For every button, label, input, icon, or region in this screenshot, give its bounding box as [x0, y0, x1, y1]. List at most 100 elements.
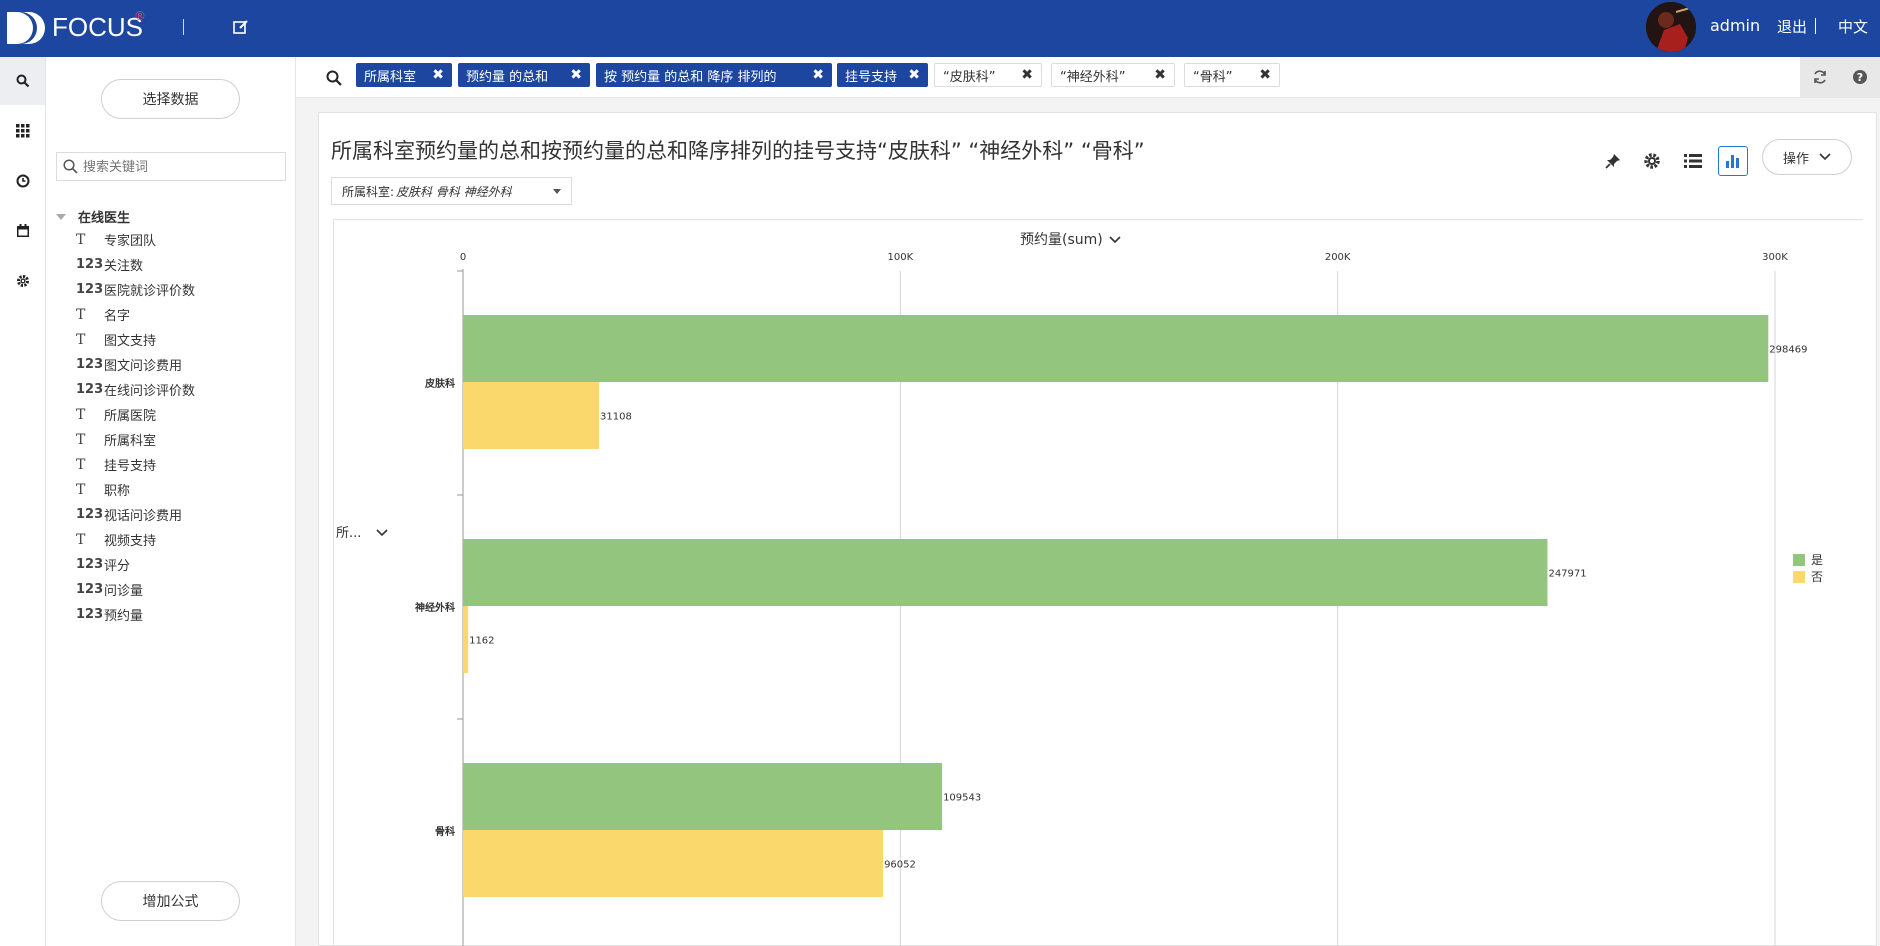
- bar[interactable]: [463, 763, 943, 830]
- field-item[interactable]: T 名字: [76, 302, 195, 327]
- rail-history[interactable]: [0, 157, 45, 205]
- gear-icon: [16, 275, 29, 287]
- legend-item[interactable]: 否: [1793, 568, 1823, 585]
- field-item[interactable]: T 挂号支持: [76, 452, 195, 477]
- rail-search[interactable]: [0, 57, 45, 105]
- filter-dropdown[interactable]: 所属科室: 皮肤科 骨科 神经外科: [331, 177, 572, 205]
- bar-chart-icon: [1726, 155, 1739, 168]
- field-item[interactable]: 123 视话问诊费用: [76, 502, 195, 527]
- field-item[interactable]: T 图文支持: [76, 327, 195, 352]
- data-label: 298469: [1769, 345, 1807, 356]
- field-item[interactable]: 123 预约量: [76, 602, 195, 627]
- operate-button[interactable]: 操作: [1762, 139, 1852, 175]
- remove-chip-icon[interactable]: ✖: [908, 67, 920, 83]
- edit-icon[interactable]: [232, 18, 250, 36]
- remove-chip-icon[interactable]: ✖: [1021, 67, 1033, 83]
- field-item[interactable]: 123 关注数: [76, 252, 195, 277]
- bar[interactable]: [463, 606, 469, 673]
- remove-chip-icon[interactable]: ✖: [570, 67, 582, 83]
- field-label: 所属科室: [104, 434, 157, 449]
- query-chip[interactable]: “神经外科” ✖: [1051, 63, 1175, 87]
- logout-link[interactable]: 退出: [1777, 16, 1807, 37]
- add-formula-button[interactable]: 增加公式: [101, 881, 240, 921]
- remove-chip-icon[interactable]: ✖: [1154, 67, 1166, 83]
- chip-label: “骨科”: [1193, 69, 1233, 85]
- user-name[interactable]: admin: [1710, 16, 1760, 35]
- field-label: 所属医院: [104, 409, 157, 424]
- field-item[interactable]: 123 问诊量: [76, 577, 195, 602]
- text-type-icon: T: [76, 481, 86, 498]
- table-view-button[interactable]: [1678, 146, 1708, 176]
- text-type-icon: T: [76, 231, 86, 248]
- bar[interactable]: [463, 315, 1769, 382]
- rail-settings[interactable]: [0, 257, 45, 305]
- text-type-icon: T: [76, 306, 86, 323]
- divider: [1815, 18, 1816, 34]
- y-category-label: 神经外科: [415, 601, 455, 614]
- query-chip[interactable]: 挂号支持 ✖: [837, 63, 928, 87]
- language-switch[interactable]: 中文: [1838, 16, 1868, 37]
- query-chip[interactable]: 按 预约量 的总和 降序 排列的 ✖: [596, 63, 832, 87]
- field-label: 医院就诊评价数: [104, 284, 196, 299]
- field-item[interactable]: 123 医院就诊评价数: [76, 277, 195, 302]
- number-type-icon: 123: [76, 257, 104, 272]
- text-type-icon: T: [76, 456, 86, 473]
- query-chip[interactable]: 所属科室 ✖: [356, 63, 452, 87]
- bar[interactable]: [463, 382, 600, 449]
- search-input[interactable]: [83, 157, 279, 177]
- page-title: 所属科室预约量的总和按预约量的总和降序排列的挂号支持“皮肤科” “神经外科” “…: [331, 139, 1145, 163]
- remove-chip-icon[interactable]: ✖: [1259, 67, 1271, 83]
- field-item[interactable]: T 所属医院: [76, 402, 195, 427]
- svg-text:?: ?: [1857, 71, 1863, 84]
- legend-item[interactable]: 是: [1793, 551, 1823, 568]
- field-label: 图文问诊费用: [104, 359, 183, 374]
- refresh-button[interactable]: [1800, 57, 1840, 97]
- grid-icon: [15, 124, 29, 138]
- operate-label: 操作: [1782, 151, 1809, 167]
- bar[interactable]: [463, 830, 884, 897]
- bar[interactable]: [463, 539, 1548, 606]
- brand-name: FOCUS: [52, 12, 143, 42]
- help-button[interactable]: ?: [1840, 57, 1880, 97]
- help-icon: ?: [1853, 70, 1867, 84]
- remove-chip-icon[interactable]: ✖: [432, 67, 444, 83]
- field-item[interactable]: T 职称: [76, 477, 195, 502]
- remove-chip-icon[interactable]: ✖: [812, 67, 824, 83]
- avatar[interactable]: [1646, 2, 1696, 52]
- number-type-icon: 123: [76, 507, 104, 522]
- field-label: 名字: [104, 309, 131, 324]
- y-category-label: 骨科: [435, 825, 455, 838]
- field-item[interactable]: T 视频支持: [76, 527, 195, 552]
- brand-mark: ®: [134, 9, 146, 23]
- search-icon: [16, 74, 29, 88]
- refresh-icon: [1814, 70, 1826, 84]
- chart-view-button[interactable]: [1718, 146, 1748, 176]
- caret-down-icon: [56, 213, 66, 220]
- query-chip[interactable]: “皮肤科” ✖: [934, 63, 1042, 87]
- field-search[interactable]: [56, 152, 286, 181]
- field-item[interactable]: 123 在线问诊评价数: [76, 377, 195, 402]
- chevron-down-icon: [1819, 153, 1831, 161]
- query-chip[interactable]: 预约量 的总和 ✖: [458, 63, 590, 87]
- query-chip[interactable]: “骨科” ✖: [1184, 63, 1280, 87]
- field-item[interactable]: 123 评分: [76, 552, 195, 577]
- top-bar: FOCUS ® admin 退出 中文: [0, 0, 1880, 57]
- chip-label: “神经外科”: [1060, 69, 1126, 85]
- rail-calendar[interactable]: [0, 207, 45, 255]
- number-type-icon: 123: [76, 557, 104, 572]
- pin-button[interactable]: [1598, 146, 1628, 176]
- select-data-button[interactable]: 选择数据: [101, 79, 240, 119]
- x-tick-label: 100K: [888, 252, 914, 263]
- field-item[interactable]: T 专家团队: [76, 227, 195, 252]
- field-item[interactable]: T 所属科室: [76, 427, 195, 452]
- settings-button[interactable]: [1637, 146, 1667, 176]
- tree-root[interactable]: 在线医生: [56, 207, 130, 226]
- rail-apps[interactable]: [0, 107, 45, 155]
- calendar-icon: [16, 224, 29, 237]
- tree-root-label: 在线医生: [78, 211, 131, 226]
- field-label: 图文支持: [104, 334, 157, 349]
- field-item[interactable]: 123 图文问诊费用: [76, 352, 195, 377]
- field-list: T 专家团队 123 关注数 123 医院就诊评价数 T 名字 T 图文支持 123 图文问诊费用 12…: [76, 227, 195, 627]
- number-type-icon: 123: [76, 282, 104, 297]
- filter-label: 所属科室:: [342, 184, 395, 199]
